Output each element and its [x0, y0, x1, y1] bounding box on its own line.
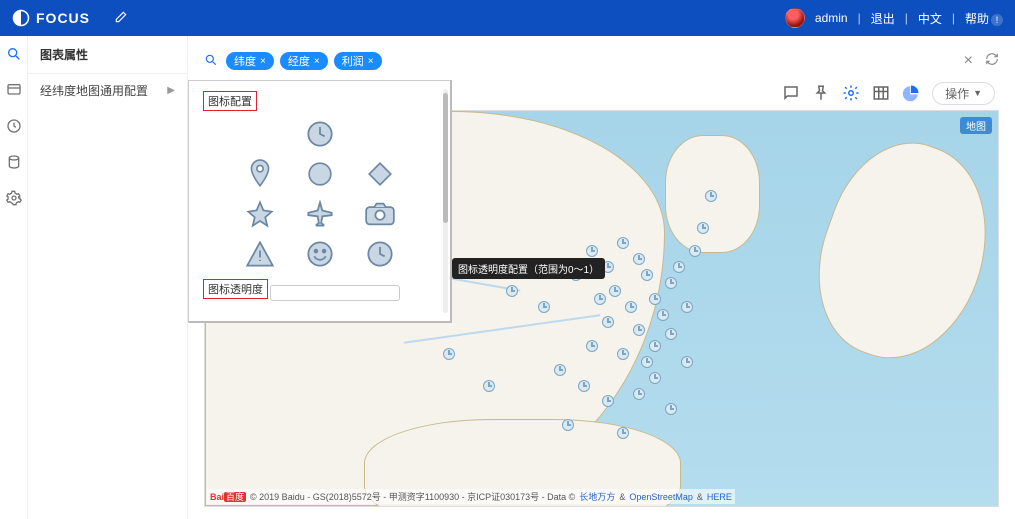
left-panel: 图表属性 经纬度地图通用配置 ▶ — [28, 36, 188, 519]
attr-link[interactable]: 长地万方 — [579, 490, 615, 503]
icon-grid — [203, 119, 436, 269]
plane-icon[interactable] — [305, 199, 335, 229]
search-chips: 纬度× 经度× 利润× — [226, 52, 382, 70]
triangle-icon[interactable] — [245, 239, 275, 269]
camera-icon[interactable] — [365, 199, 395, 229]
panel-title: 图表属性 — [28, 36, 187, 74]
opacity-label: 图标透明度 — [203, 279, 268, 299]
refresh-icon[interactable] — [985, 52, 999, 71]
search-rail-icon[interactable] — [6, 46, 22, 62]
close-icon[interactable]: × — [260, 56, 266, 67]
circle-icon[interactable] — [305, 159, 335, 189]
close-icon[interactable]: × — [368, 56, 374, 67]
header-right: admin | 退出 | 中文 | 帮助! — [785, 8, 1003, 28]
operate-button[interactable]: 操作▼ — [932, 82, 995, 105]
chip-profit[interactable]: 利润× — [334, 52, 382, 70]
data-rail-icon[interactable] — [6, 154, 22, 170]
sep: | — [858, 11, 861, 25]
pin-icon[interactable] — [812, 84, 830, 102]
search-icon[interactable] — [204, 53, 218, 70]
settings-rail-icon[interactable] — [6, 190, 22, 206]
close-icon[interactable]: × — [314, 56, 320, 67]
app-header: FOCUS admin | 退出 | 中文 | 帮助! — [0, 0, 1015, 36]
sep: | — [952, 11, 955, 25]
diamond-icon[interactable] — [365, 159, 395, 189]
brand-icon — [12, 9, 30, 27]
smile-icon[interactable] — [305, 239, 335, 269]
icon-config-panel: 图标配置 图标透明度 — [188, 80, 452, 323]
opacity-tooltip: 图标透明度配置（范围为0～1） — [452, 258, 605, 279]
brand-text: FOCUS — [36, 10, 90, 26]
icon-config-label: 图标配置 — [203, 91, 257, 111]
map-type-badge[interactable]: 地图 — [960, 117, 992, 134]
scrollbar[interactable] — [443, 89, 448, 313]
main-area: 纬度× 经度× 利润× × 操作▼ — [188, 36, 1015, 519]
chip-longitude[interactable]: 经度× — [280, 52, 328, 70]
chip-latitude[interactable]: 纬度× — [226, 52, 274, 70]
chevron-right-icon: ▶ — [167, 85, 175, 96]
help-link[interactable]: 帮助! — [965, 10, 1003, 27]
map-attribution: Bai百度 © 2019 Baidu - GS(2018)5572号 - 甲测资… — [207, 489, 735, 504]
comment-icon[interactable] — [782, 84, 800, 102]
attr-link[interactable]: OpenStreetMap — [629, 492, 693, 502]
clock2-icon[interactable] — [365, 239, 395, 269]
board-rail-icon[interactable] — [6, 82, 22, 98]
panel-row-geo-config[interactable]: 经纬度地图通用配置 ▶ — [28, 74, 187, 107]
lang-link[interactable]: 中文 — [918, 10, 942, 27]
search-bar: 纬度× 经度× 利润× × — [204, 46, 999, 76]
username[interactable]: admin — [815, 11, 848, 25]
edit-icon[interactable] — [114, 10, 128, 27]
opacity-input[interactable] — [270, 285, 400, 301]
panel-row-label: 经纬度地图通用配置 — [40, 82, 148, 99]
gear-icon[interactable] — [842, 84, 860, 102]
star-icon[interactable] — [245, 199, 275, 229]
chevron-down-icon: ▼ — [973, 88, 982, 98]
logout-link[interactable]: 退出 — [871, 10, 895, 27]
piechart-icon[interactable] — [902, 84, 920, 102]
history-rail-icon[interactable] — [6, 118, 22, 134]
sep: | — [905, 11, 908, 25]
pin-icon[interactable] — [245, 159, 275, 189]
clock-icon[interactable] — [305, 119, 335, 149]
brand-logo: FOCUS — [12, 9, 90, 27]
table-icon[interactable] — [872, 84, 890, 102]
clear-icon[interactable]: × — [964, 52, 973, 71]
help-badge-icon: ! — [991, 14, 1003, 26]
avatar[interactable] — [785, 8, 805, 28]
rail-nav — [0, 36, 28, 519]
attr-link[interactable]: HERE — [707, 492, 732, 502]
